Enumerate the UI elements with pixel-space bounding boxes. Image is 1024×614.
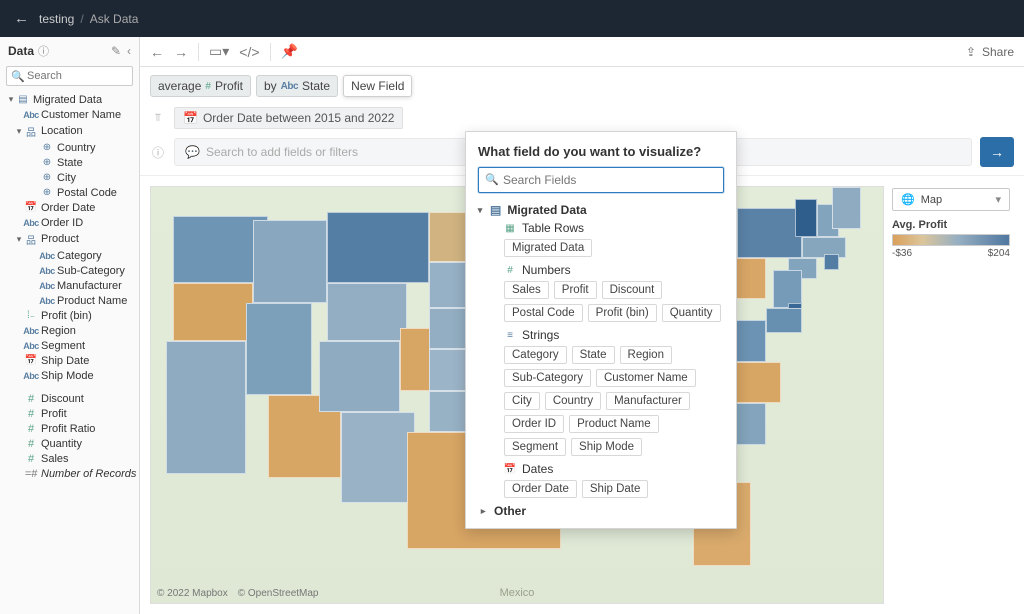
- share-icon[interactable]: ⇪: [966, 45, 976, 59]
- chip-ship-date[interactable]: Ship Date: [582, 480, 649, 498]
- pill-shelf: average # Profit by Abc State New Field: [140, 67, 1024, 103]
- field-sub-category[interactable]: AbcSub-Category: [0, 263, 139, 278]
- sidebar-search-input[interactable]: [6, 66, 133, 86]
- field-ship-date[interactable]: 📅Ship Date: [0, 353, 139, 368]
- map-label-mexico: Mexico: [500, 587, 535, 599]
- chip-ship-mode[interactable]: Ship Mode: [571, 438, 642, 456]
- field-profit[interactable]: #Profit: [0, 406, 139, 421]
- field-product-name[interactable]: AbcProduct Name: [0, 293, 139, 308]
- chevron-down-icon: ▾: [995, 193, 1001, 206]
- chip-discount[interactable]: Discount: [602, 281, 663, 299]
- filter-icon[interactable]: ⫪: [150, 112, 166, 125]
- legend-title: Avg. Profit: [892, 219, 1010, 231]
- field-postal-code[interactable]: ⊕Postal Code: [0, 185, 139, 200]
- chip-sub-category[interactable]: Sub-Category: [504, 369, 591, 387]
- map-attrib-mapbox[interactable]: © 2022 Mapbox: [157, 588, 228, 599]
- main-panel: ← → ▭▾ </> 📌 ⇪ Share average # Profit by…: [140, 37, 1024, 614]
- field-product[interactable]: ▾品Product: [0, 230, 139, 248]
- field-discount[interactable]: #Discount: [0, 391, 139, 406]
- field-tree: ▾ ▤ Migrated Data AbcCustomer Name▾品Loca…: [0, 92, 139, 614]
- nav-back-icon[interactable]: ←: [150, 44, 164, 60]
- search-icon: 🔍: [485, 173, 499, 186]
- field-profit-bin-[interactable]: ⁞₋Profit (bin): [0, 308, 139, 323]
- field-country[interactable]: ⊕Country: [0, 140, 139, 155]
- popover-title: What field do you want to visualize?: [478, 144, 724, 159]
- breadcrumb-project[interactable]: testing: [39, 12, 74, 26]
- chip-quantity[interactable]: Quantity: [662, 304, 721, 322]
- chip-profit[interactable]: Profit: [554, 281, 597, 299]
- chip-country[interactable]: Country: [545, 392, 601, 410]
- field-customer-name[interactable]: AbcCustomer Name: [0, 107, 139, 122]
- field-sales[interactable]: #Sales: [0, 451, 139, 466]
- code-icon[interactable]: </>: [239, 44, 259, 60]
- group-datasource[interactable]: ▾ ▤ Migrated Data: [476, 203, 724, 217]
- group-other[interactable]: ▾ Other: [478, 504, 724, 518]
- legend-low: -$36: [892, 248, 912, 259]
- chip-order-date[interactable]: Order Date: [504, 480, 577, 498]
- field-profit-ratio[interactable]: #Profit Ratio: [0, 421, 139, 436]
- field-segment[interactable]: AbcSegment: [0, 338, 139, 353]
- field-ship-mode[interactable]: AbcShip Mode: [0, 368, 139, 383]
- field-state[interactable]: ⊕State: [0, 155, 139, 170]
- chip[interactable]: Migrated Data: [504, 239, 592, 257]
- field-region[interactable]: AbcRegion: [0, 323, 139, 338]
- chip-city[interactable]: City: [504, 392, 540, 410]
- legend-high: $204: [988, 248, 1010, 259]
- data-sidebar: Data ⓘ ✎ ‹ 🔍 ▾ ▤ Migrated Data AbcCustom…: [0, 37, 140, 614]
- chip-profit-bin-[interactable]: Profit (bin): [588, 304, 657, 322]
- field-quantity[interactable]: #Quantity: [0, 436, 139, 451]
- breadcrumb-page: Ask Data: [90, 12, 139, 26]
- field-category[interactable]: AbcCategory: [0, 248, 139, 263]
- map-attrib-osm[interactable]: © OpenStreetMap: [238, 588, 319, 599]
- pill-aggregation[interactable]: average # Profit: [150, 75, 251, 97]
- field-order-date[interactable]: 📅Order Date: [0, 200, 139, 215]
- pin-icon[interactable]: 📌: [281, 43, 298, 60]
- collapse-sidebar-icon[interactable]: ‹: [127, 44, 131, 58]
- new-field-popover: What field do you want to visualize? 🔍 ▾…: [465, 131, 737, 529]
- sub-tablerows: ▦ Table Rows: [504, 221, 724, 235]
- chip-region[interactable]: Region: [620, 346, 672, 364]
- present-icon[interactable]: ▭▾: [209, 43, 229, 60]
- chat-icon: 💬: [185, 145, 200, 159]
- chip-manufacturer[interactable]: Manufacturer: [606, 392, 690, 410]
- edit-icon[interactable]: ✎: [111, 44, 121, 58]
- sub-dates: 📅 Dates: [504, 462, 724, 476]
- back-arrow-icon[interactable]: ←: [14, 10, 29, 27]
- field-number-of-records[interactable]: =#Number of Records: [0, 466, 139, 481]
- field-manufacturer[interactable]: AbcManufacturer: [0, 278, 139, 293]
- legend-panel: 🌐 Map ▾ Avg. Profit -$36 $204: [892, 188, 1010, 259]
- chip-state[interactable]: State: [572, 346, 615, 364]
- help-icon[interactable]: ⓘ: [150, 144, 166, 161]
- field-search-input[interactable]: [478, 167, 724, 193]
- chip-segment[interactable]: Segment: [504, 438, 566, 456]
- globe-icon: 🌐: [901, 193, 915, 206]
- viz-toolbar: ← → ▭▾ </> 📌 ⇪ Share: [140, 37, 1024, 67]
- sub-strings: ≡ Strings: [504, 328, 724, 342]
- datasource-node[interactable]: ▾ ▤ Migrated Data: [0, 92, 139, 107]
- field-city[interactable]: ⊕City: [0, 170, 139, 185]
- chip-sales[interactable]: Sales: [504, 281, 549, 299]
- title-bar: ← testing / Ask Data: [0, 0, 1024, 37]
- chip-product-name[interactable]: Product Name: [569, 415, 659, 433]
- viztype-dropdown[interactable]: 🌐 Map ▾: [892, 188, 1010, 211]
- filter-chip-orderdate[interactable]: 📅 Order Date between 2015 and 2022: [174, 107, 403, 129]
- legend-gradient: [892, 234, 1010, 246]
- share-button[interactable]: Share: [982, 45, 1014, 59]
- field-order-id[interactable]: AbcOrder ID: [0, 215, 139, 230]
- breadcrumb-sep: /: [80, 12, 83, 26]
- nav-fwd-icon[interactable]: →: [174, 44, 188, 60]
- chip-order-id[interactable]: Order ID: [504, 415, 564, 433]
- sub-numbers: # Numbers: [504, 263, 724, 277]
- chip-customer-name[interactable]: Customer Name: [596, 369, 696, 387]
- search-icon: 🔍: [11, 70, 25, 83]
- filter-row: ⫪ 📅 Order Date between 2015 and 2022: [140, 103, 1024, 133]
- chip-postal-code[interactable]: Postal Code: [504, 304, 583, 322]
- submit-button[interactable]: →: [980, 137, 1014, 167]
- pill-new-field[interactable]: New Field: [343, 75, 412, 97]
- info-icon[interactable]: ⓘ: [38, 43, 49, 59]
- pill-dimension[interactable]: by Abc State: [256, 75, 338, 97]
- field-location[interactable]: ▾品Location: [0, 122, 139, 140]
- chip-category[interactable]: Category: [504, 346, 567, 364]
- sidebar-title: Data: [8, 44, 34, 58]
